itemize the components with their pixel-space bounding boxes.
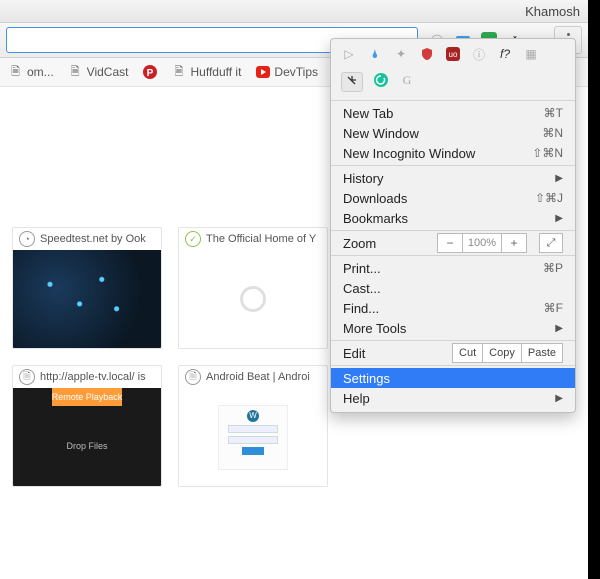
- youtube-icon: [255, 65, 270, 80]
- most-visited-tile[interactable]: ✓ The Official Home of Y: [178, 227, 328, 349]
- window-titlebar: Khamosh: [0, 0, 588, 23]
- menu-item-new-window[interactable]: New Window⌘N: [331, 123, 575, 143]
- browser-window: Khamosh ◯ 1 I ⋯ 🗎om... 🗎VidCast P 🗎Huffd…: [0, 0, 600, 579]
- submenu-arrow-icon: ▶: [555, 173, 563, 184]
- most-visited-tile[interactable]: ◔ Speedtest.net by Ook: [12, 227, 162, 349]
- tile-header: 🗎 Android Beat | Androi: [179, 366, 327, 388]
- fq-icon[interactable]: f?: [497, 46, 513, 62]
- menu-item-edit: Edit Cut Copy Paste: [331, 343, 575, 363]
- most-visited-tile[interactable]: 🗎 Android Beat | Androi W: [178, 365, 328, 487]
- menu-item-bookmarks[interactable]: Bookmarks▶: [331, 208, 575, 228]
- zoom-in-button[interactable]: +: [501, 233, 527, 253]
- shield-icon[interactable]: [419, 46, 435, 62]
- paste-button[interactable]: Paste: [522, 343, 563, 363]
- menu-item-print[interactable]: Print...⌘P: [331, 258, 575, 278]
- svg-text:uo: uo: [449, 50, 458, 59]
- tile-thumbnail: [179, 250, 327, 348]
- most-visited-tile[interactable]: 🗎 http://apple-tv.local/ is Remote Playb…: [12, 365, 162, 487]
- submenu-arrow-icon: ▶: [555, 393, 563, 404]
- tile-title: Speedtest.net by Ook: [40, 233, 146, 245]
- menu-item-settings[interactable]: Settings: [331, 368, 575, 388]
- tile-thumbnail: Remote Playback Drop Files: [13, 388, 161, 486]
- menu-item-help[interactable]: Help▶: [331, 388, 575, 408]
- login-card: W: [218, 405, 288, 470]
- menu-extension-icons: ▷ 🌢 ✦ uo ⓘ f? ▦ G: [331, 43, 575, 98]
- page-icon: 🗎: [19, 369, 35, 385]
- pin-icon[interactable]: [341, 72, 363, 92]
- tile-header: ✓ The Official Home of Y: [179, 228, 327, 250]
- window-title: Khamosh: [525, 4, 580, 19]
- site-icon: ✓: [185, 231, 201, 247]
- new-tab-content: ◔ Speedtest.net by Ook ✓ The Official Ho…: [0, 87, 342, 487]
- ublock-icon[interactable]: uo: [445, 46, 461, 62]
- gsuite-icon[interactable]: G: [399, 72, 415, 88]
- bookmark-item[interactable]: 🗎om...: [8, 65, 54, 80]
- bookmark-item[interactable]: DevTips: [255, 65, 318, 80]
- menu-item-history[interactable]: History▶: [331, 168, 575, 188]
- submenu-arrow-icon: ▶: [555, 213, 563, 224]
- menu-item-downloads[interactable]: Downloads⇧⌘J: [331, 188, 575, 208]
- page-icon: 🗎: [171, 65, 186, 80]
- bookmark-item[interactable]: 🗎Huffduff it: [171, 65, 241, 80]
- menu-item-incognito[interactable]: New Incognito Window⇧⌘N: [331, 143, 575, 163]
- remote-banner: Remote Playback: [52, 388, 123, 406]
- tile-title: http://apple-tv.local/ is: [40, 371, 146, 383]
- cut-button[interactable]: Cut: [452, 343, 483, 363]
- page-icon: 🗎: [68, 65, 83, 80]
- zoom-out-button[interactable]: −: [437, 233, 463, 253]
- grammarly-icon[interactable]: [373, 72, 389, 88]
- spinner-icon: [240, 286, 266, 312]
- tile-title: The Official Home of Y: [206, 233, 316, 245]
- page-icon: 🗎: [185, 369, 201, 385]
- bookmark-item[interactable]: P: [142, 65, 157, 80]
- submenu-arrow-icon: ▶: [555, 323, 563, 334]
- menu-item-cast[interactable]: Cast...: [331, 278, 575, 298]
- gauge-icon: ◔: [19, 231, 35, 247]
- menu-item-more-tools[interactable]: More Tools▶: [331, 318, 575, 338]
- tile-thumbnail: W: [179, 388, 327, 486]
- svg-text:P: P: [147, 68, 154, 79]
- tile-title: Android Beat | Androi: [206, 371, 310, 383]
- menu-item-new-tab[interactable]: New Tab⌘T: [331, 103, 575, 123]
- play-icon[interactable]: ▷: [341, 46, 357, 62]
- page-icon: 🗎: [8, 65, 23, 80]
- pinterest-icon: P: [142, 65, 157, 80]
- fullscreen-button[interactable]: ⤢: [539, 233, 563, 253]
- menu-item-find[interactable]: Find...⌘F: [331, 298, 575, 318]
- sparkle-icon[interactable]: ✦: [393, 46, 409, 62]
- bookmark-item[interactable]: 🗎VidCast: [68, 65, 129, 80]
- grid-icon[interactable]: ▦: [523, 46, 539, 62]
- chrome-menu-popup: ▷ 🌢 ✦ uo ⓘ f? ▦ G New Tab⌘T New Window⌘N…: [330, 38, 576, 413]
- menu-item-zoom: Zoom − 100% + ⤢: [331, 233, 575, 253]
- copy-button[interactable]: Copy: [483, 343, 522, 363]
- drop-icon[interactable]: 🌢: [367, 46, 383, 62]
- info-icon[interactable]: ⓘ: [471, 46, 487, 62]
- tile-header: ◔ Speedtest.net by Ook: [13, 228, 161, 250]
- remote-body: Drop Files: [66, 406, 107, 486]
- tile-thumbnail: [13, 250, 161, 348]
- tile-header: 🗎 http://apple-tv.local/ is: [13, 366, 161, 388]
- wordpress-icon: W: [247, 410, 259, 422]
- zoom-value: 100%: [463, 233, 501, 253]
